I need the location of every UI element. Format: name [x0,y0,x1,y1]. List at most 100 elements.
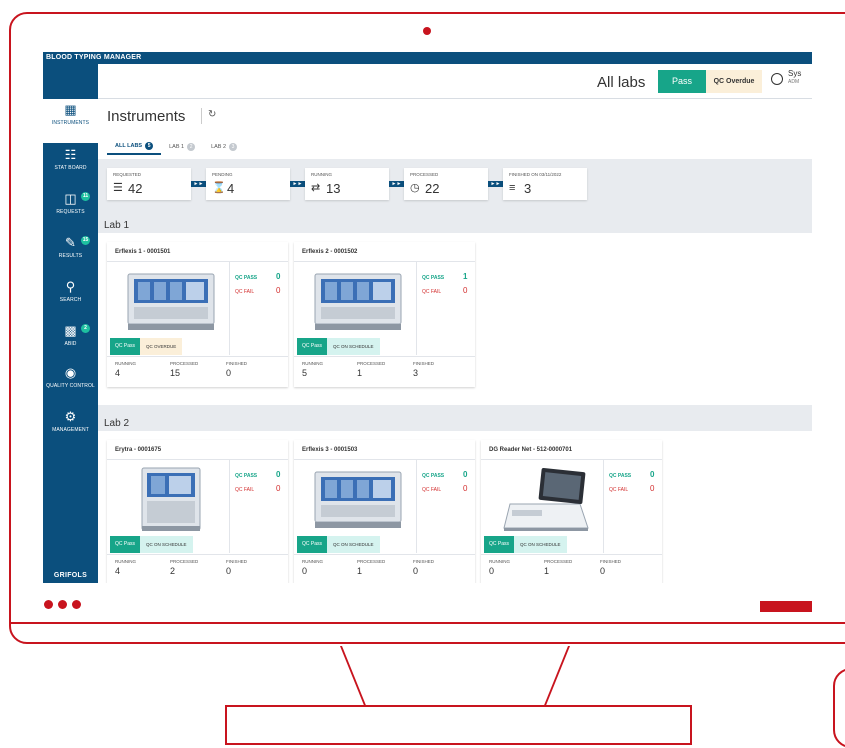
tab-count-badge: 2 [187,143,196,151]
sidebar-item-abid[interactable]: ▩ 2 ABID [43,320,98,364]
step-finished[interactable]: FINISHED ON 03/11/2022 ≡ 3 [503,168,587,200]
qc-fail-label: QC FAIL [422,289,442,295]
user-name[interactable]: Sys [788,69,801,78]
qc-fail-count: 0 [276,286,281,295]
refresh-icon[interactable]: ↻ [208,109,216,120]
qc-pass-label: QC PASS [422,275,445,281]
results-badge: 15 [81,236,90,245]
lab-2-instruments: Erytra - 0001675 QC PASS 0 QC FAIL 0 QC … [98,431,812,583]
sidebar-item-results[interactable]: ✎ 15 RESULTS [43,232,98,276]
stat-processed: PROCESSED 1 [357,361,385,378]
card-divider [294,554,475,555]
qc-pass-count: 0 [650,470,655,479]
qc-pass-status[interactable]: Pass [658,70,706,93]
step-value: 3 [524,181,532,196]
sidebar-item-label: STAT BOARD [54,165,87,171]
tab-lab-1[interactable]: LAB 1 2 [161,139,203,155]
card-divider [107,356,288,357]
instrument-card[interactable]: Erflexis 2 - 0001502 QC PASS 1 QC FAIL 0 [294,242,475,387]
tab-lab-2[interactable]: LAB 2 3 [203,139,245,155]
qc-pass-label: QC PASS [235,275,258,281]
stat-label: FINISHED [413,559,435,564]
qc-status-chips: QC Pass QC OVERDUE [110,338,183,355]
qc-schedule-chip: QC ON SCHEDULE [514,536,567,553]
step-label: PENDING [212,172,233,177]
stat-processed: PROCESSED 2 [170,559,198,576]
user-role: ADM [788,79,800,85]
lab-selector-title[interactable]: All labs [597,74,645,91]
qc-status-chips: QC Pass QC ON SCHEDULE [484,536,567,553]
step-label: PROCESSED [410,172,439,177]
tab-all-labs[interactable]: ALL LABS 5 [107,139,162,155]
stat-label: PROCESSED [357,559,386,564]
sidebar-item-instruments[interactable]: ▦ INSTRUMENTS [43,99,98,143]
step-requested[interactable]: REQUESTED ☰ 42 [107,168,191,200]
tab-label: LAB 1 [169,144,185,150]
monitor-indicator-dots [44,600,81,609]
stat-label: RUNNING [302,361,323,366]
card-divider [294,459,475,460]
stat-value: 0 [413,566,419,576]
qc-pass-chip: QC Pass [110,536,141,553]
sidebar-item-quality-control[interactable]: ◉ QUALITY CONTROL [43,362,98,406]
sidebar-item-stat-board[interactable]: ☷ STAT BOARD [43,144,98,188]
step-value: 13 [326,181,341,196]
sidebar-item-requests[interactable]: ◫ 11 REQUESTS [43,188,98,232]
sidebar-item-search[interactable]: ⚲ SEARCH [43,276,98,320]
step-processed[interactable]: PROCESSED ◷ 22 [404,168,488,200]
sidebar-item-label: ABID [64,341,77,347]
qc-divider [229,459,230,553]
user-avatar-icon[interactable] [771,73,783,85]
instrument-card[interactable]: Erflexis 1 - 0001501 QC PASS 0 QC FAIL 0 [107,242,288,387]
step-running[interactable]: RUNNING ⇄ 13 [305,168,389,200]
stat-value: 0 [226,368,232,378]
card-divider [107,261,288,262]
qc-schedule-chip: QC ON SCHEDULE [327,338,380,355]
lab-1-instruments: Erflexis 1 - 0001501 QC PASS 0 QC FAIL 0 [98,233,812,405]
instrument-card[interactable]: Erytra - 0001675 QC PASS 0 QC FAIL 0 QC … [107,440,288,583]
qc-fail-label: QC FAIL [235,487,255,493]
stat-label: RUNNING [115,361,136,366]
qc-pass-count: 1 [463,272,468,281]
qc-pass-count: 0 [276,470,281,479]
card-divider [481,554,662,555]
tab-label: LAB 2 [211,144,227,150]
sidebar-item-management[interactable]: ⚙ MANAGEMENT [43,406,98,450]
stat-label: PROCESSED [170,559,199,564]
step-pending[interactable]: PENDING ⌛ 4 [206,168,290,200]
stat-value: 1 [544,566,550,576]
stat-label: FINISHED [226,559,248,564]
qc-pass-count: 0 [276,272,281,281]
qc-pass-label: QC PASS [609,473,632,479]
stat-running: RUNNING 4 [115,559,136,576]
qc-pass-chip: QC Pass [484,536,515,553]
instrument-name: DG Reader Net - 512-0000701 [489,447,573,453]
app-title: BLOOD TYPING MANAGER [43,52,812,64]
qc-overdue-status[interactable]: QC Overdue [706,70,762,93]
card-divider [294,356,475,357]
page-header: Instruments ↻ ALL LABS 5 LAB 1 2 LAB 2 3 [98,99,812,159]
stat-value: 0 [489,566,495,576]
stat-processed: PROCESSED 15 [170,361,198,378]
instruments-icon: ▦ [64,102,77,117]
stat-label: PROCESSED [544,559,573,564]
management-icon: ⚙ [64,409,77,424]
arrow-right-icon: ►► [389,181,404,187]
qc-pass-label: QC PASS [422,473,445,479]
stat-running: RUNNING 0 [489,559,510,576]
sidebar-item-label: QUALITY CONTROL [46,383,95,389]
sidebar-item-label: MANAGEMENT [52,427,89,433]
decorative-frame-corner [833,668,845,748]
stat-value: 5 [302,368,308,378]
instrument-card[interactable]: DG Reader Net - 512-0000701 QC PASS 0 QC… [481,440,662,583]
top-bar: All labs Pass QC Overdue Sys ADM [98,64,812,99]
monitor-bezel-line [9,622,845,624]
sidebar-item-label: RESULTS [58,253,83,259]
qc-fail-label: QC FAIL [422,487,442,493]
workflow-pipeline: REQUESTED ☰ 42 ►► PENDING ⌛ 4 ►► RUNNING… [98,159,812,214]
stat-value: 0 [302,566,308,576]
qc-divider [229,261,230,355]
instrument-card[interactable]: Erflexis 3 - 0001503 QC PASS 0 QC FAIL 0 [294,440,475,583]
stat-value: 1 [357,566,363,576]
stat-processed: PROCESSED 1 [544,559,572,576]
